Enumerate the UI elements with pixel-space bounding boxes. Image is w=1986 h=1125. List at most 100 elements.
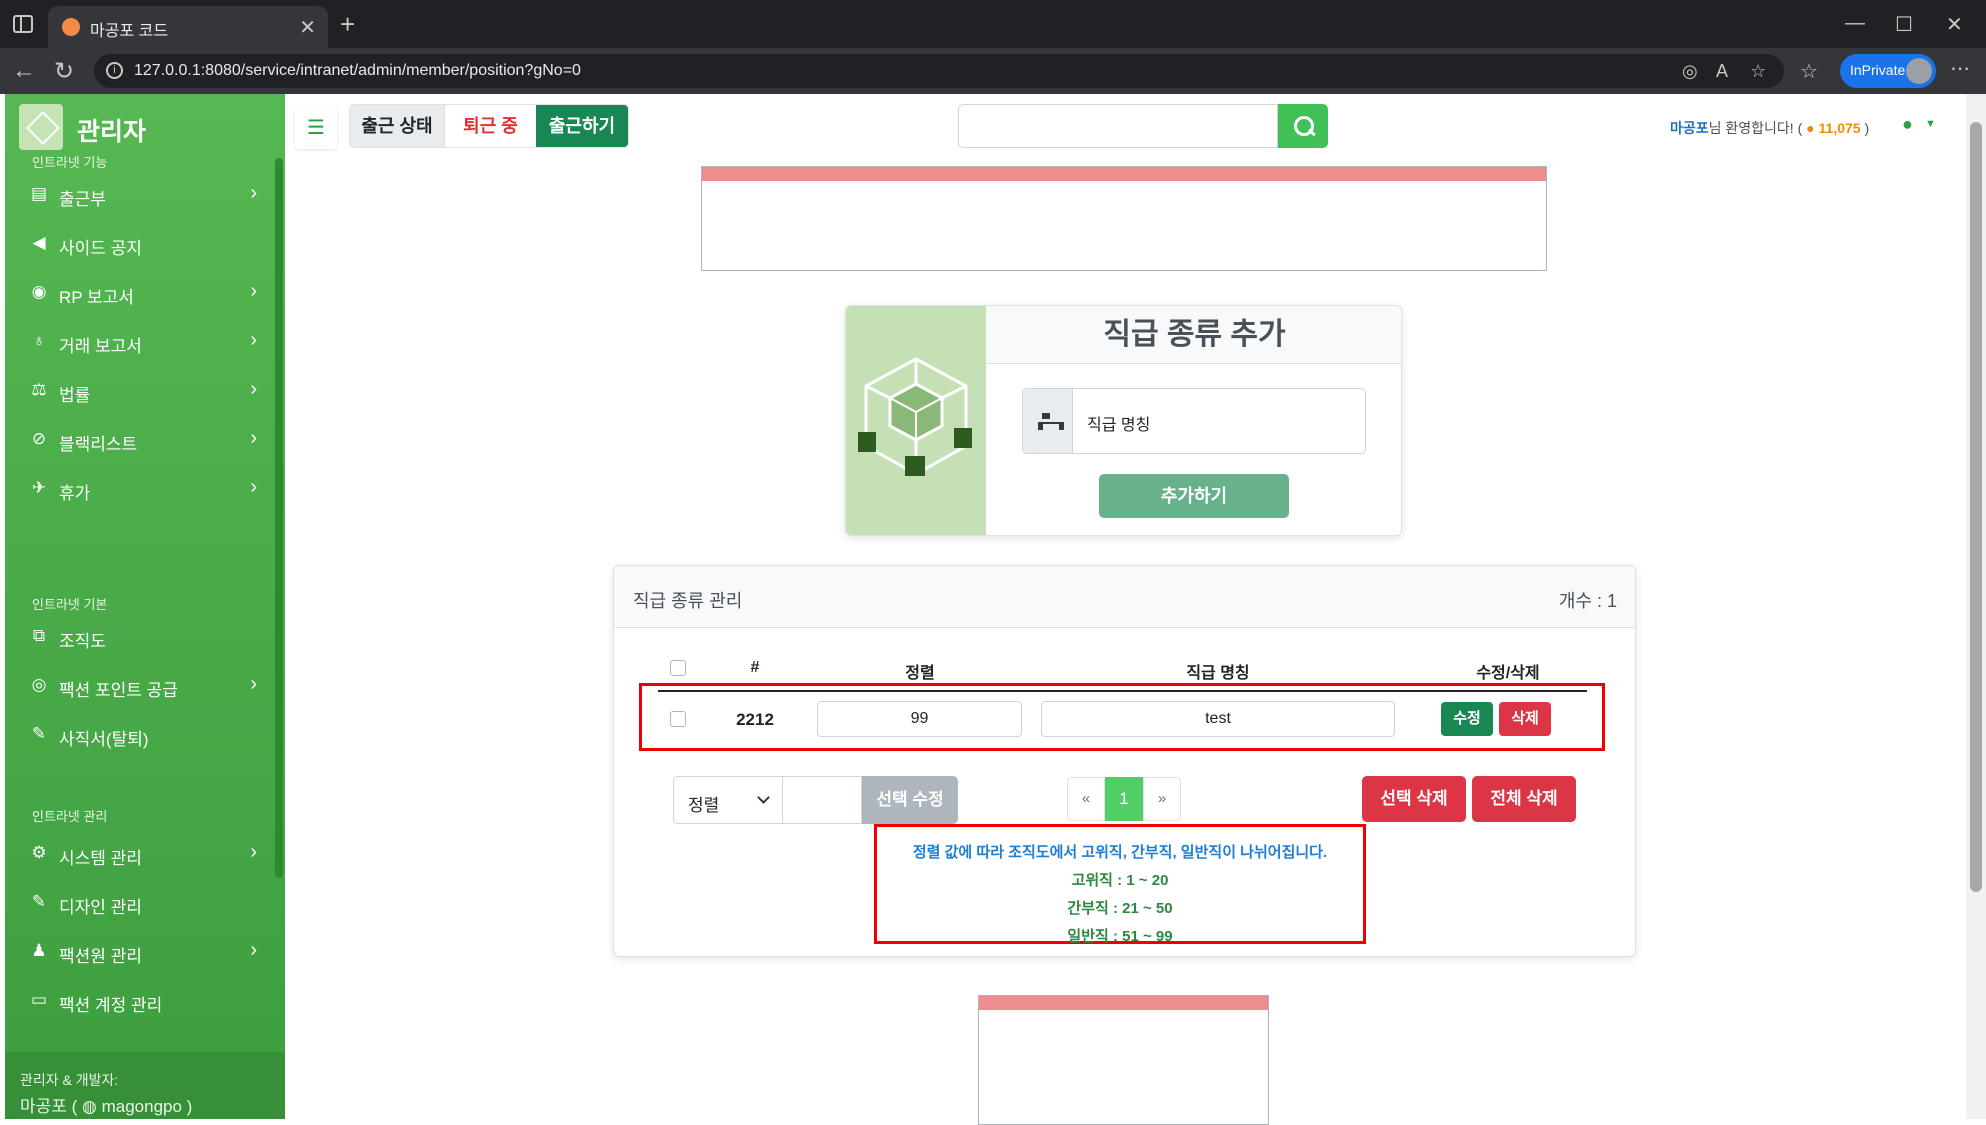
gear-icon: ⚙ bbox=[31, 843, 47, 862]
sidebar-section-heading: 인트라넷 기본 bbox=[32, 597, 108, 612]
banner-strip bbox=[702, 167, 1546, 181]
tab-close-icon[interactable]: ✕ bbox=[299, 15, 316, 40]
position-management-card: 직급 종류 관리 개수 : 1 # 정렬 직급 명칭 수정/삭제 2212 99… bbox=[613, 565, 1636, 957]
ban-icon: ⊘ bbox=[31, 429, 47, 448]
select-all-checkbox[interactable] bbox=[670, 660, 686, 676]
add-position-button[interactable]: 추가하기 bbox=[1099, 474, 1289, 518]
sidebar-item-blacklist[interactable]: ⊘ 블랙리스트 › bbox=[27, 421, 257, 457]
selected-delete-button[interactable]: 선택 삭제 bbox=[1362, 776, 1466, 822]
page-prev[interactable]: « bbox=[1067, 777, 1105, 821]
position-name-field[interactable]: 직급 명칭 bbox=[1022, 388, 1366, 454]
page-next[interactable]: » bbox=[1143, 777, 1181, 821]
management-header: 직급 종류 관리 개수 : 1 bbox=[614, 566, 1635, 628]
sidebar-item-label: 팩션 계정 관리 bbox=[59, 996, 163, 1015]
sidebar-item-label: 팩션 포인트 공급 bbox=[59, 681, 178, 700]
sidebar-item-label: 사직서(탈퇴) bbox=[59, 730, 149, 749]
sidebar-item-system-admin[interactable]: ⚙ 시스템 관리 › bbox=[27, 835, 257, 871]
search-button[interactable] bbox=[1278, 104, 1328, 148]
search-input[interactable] bbox=[958, 104, 1278, 148]
money-bag-icon: ♁ bbox=[32, 331, 46, 350]
sidebar-item-attendance[interactable]: ▤ 출근부 › bbox=[27, 176, 257, 212]
inprivate-badge[interactable]: InPrivate bbox=[1840, 54, 1936, 88]
column-header-num: # bbox=[750, 659, 760, 676]
sidebar-item-label: 휴가 bbox=[59, 484, 91, 503]
sort-select[interactable]: 정렬 bbox=[673, 776, 783, 824]
column-header-name[interactable]: 직급 명칭 bbox=[1148, 659, 1288, 683]
footer-handle[interactable]: magongpo bbox=[102, 1097, 182, 1116]
selected-edit-button[interactable]: 선택 수정 bbox=[862, 776, 958, 824]
site-info-icon[interactable]: i bbox=[106, 62, 123, 79]
rank-range-notice: 정렬 값에 따라 조직도에서 고위직, 간부직, 일반직이 나뉘어집니다. 고위… bbox=[874, 824, 1366, 945]
brush-icon: ✎ bbox=[31, 892, 47, 911]
sidebar-item-member-admin[interactable]: ♟ 팩션원 관리 › bbox=[27, 933, 257, 969]
delete-all-button[interactable]: 전체 삭제 bbox=[1472, 776, 1576, 822]
row-checkbox[interactable] bbox=[670, 711, 686, 727]
browser-tabbar: 마공포 코드 ✕ + — ☐ ✕ bbox=[0, 0, 1986, 48]
sidebar-item-faction-points[interactable]: ◎ 팩션 포인트 공급 › bbox=[27, 667, 257, 703]
sidebar-item-law[interactable]: ⚖ 법률 › bbox=[27, 372, 257, 408]
pagination: « 1 » bbox=[1067, 777, 1181, 821]
minimize-icon[interactable]: — bbox=[1845, 12, 1865, 35]
sidebar-item-label: 조직도 bbox=[59, 632, 106, 651]
browser-tab[interactable]: 마공포 코드 ✕ bbox=[48, 6, 328, 48]
browser-menu-icon[interactable]: ⋯ bbox=[1950, 56, 1970, 81]
chevron-right-icon: › bbox=[250, 427, 257, 449]
caret-down-icon[interactable]: ▼ bbox=[1925, 118, 1936, 130]
sidebar-item-side-notice[interactable]: ◀ 사이드 공지 bbox=[27, 225, 257, 261]
scale-icon: ⚖ bbox=[31, 380, 47, 399]
chevron-right-icon: › bbox=[250, 280, 257, 302]
coin-icon: ● bbox=[1806, 120, 1815, 136]
menu-toggle-icon[interactable]: ☰ bbox=[295, 107, 337, 149]
page-1[interactable]: 1 bbox=[1105, 777, 1143, 821]
sidebar-item-label: 시스템 관리 bbox=[59, 849, 142, 868]
address-field[interactable]: i 127.0.0.1:8080/service/intranet/admin/… bbox=[94, 54, 1784, 88]
sidebar-item-label: 법률 bbox=[59, 386, 91, 405]
new-tab-icon[interactable]: + bbox=[340, 9, 355, 40]
reload-icon[interactable]: ↻ bbox=[54, 57, 74, 86]
row-name-input[interactable]: test bbox=[1041, 701, 1395, 737]
position-name-input[interactable]: 직급 명칭 bbox=[1087, 411, 1150, 435]
sidebar-section-heading: 인트라넷 기능 bbox=[32, 155, 108, 170]
sidebar-item-rp-report[interactable]: ◉ RP 보고서 › bbox=[27, 274, 257, 310]
sidebar-item-resignation[interactable]: ✎ 사직서(탈퇴) bbox=[27, 716, 257, 752]
attendance-status-label: 출근 상태 bbox=[350, 105, 444, 147]
maximize-icon[interactable]: ☐ bbox=[1895, 12, 1913, 37]
page-scrollbar[interactable] bbox=[1966, 94, 1986, 1119]
sidebar-item-org-chart[interactable]: ⧉ 조직도 bbox=[27, 618, 257, 654]
read-aloud-icon[interactable]: A bbox=[1716, 61, 1728, 82]
row-delete-button[interactable]: 삭제 bbox=[1499, 702, 1551, 736]
mgp-logo-panel bbox=[846, 306, 986, 535]
sidebar-item-account-admin[interactable]: ▭ 팩션 계정 관리 bbox=[27, 982, 257, 1018]
item-count: 개수 : 1 bbox=[1558, 591, 1617, 611]
brand-title: 관리자 bbox=[77, 118, 147, 146]
sidebar-item-trade-report[interactable]: ♁ 거래 보고서 › bbox=[27, 323, 257, 359]
bottom-banner-box bbox=[978, 995, 1269, 1125]
sidebar-scrollbar[interactable] bbox=[275, 158, 283, 878]
column-header-sort[interactable]: 정렬 bbox=[874, 659, 966, 683]
row-sort-input[interactable]: 99 bbox=[817, 701, 1022, 737]
management-title: 직급 종류 관리 bbox=[633, 591, 743, 611]
check-in-button[interactable]: 출근하기 bbox=[536, 105, 628, 147]
sidebar-toggle-icon[interactable] bbox=[13, 15, 33, 33]
tracking-icon[interactable]: ◎ bbox=[1682, 61, 1698, 82]
close-window-icon[interactable]: ✕ bbox=[1946, 12, 1963, 37]
notice-middle: 간부직 : 21 ~ 50 bbox=[1067, 900, 1173, 917]
sidebar-item-design-admin[interactable]: ✎ 디자인 관리 bbox=[27, 884, 257, 920]
back-icon[interactable]: ← bbox=[12, 57, 36, 85]
footer-credit-author: 마공포 ( ◍ magongpo ) bbox=[20, 1092, 192, 1117]
sidebar-footer: 관리자 & 개발자: 마공포 ( ◍ magongpo ) bbox=[5, 1052, 285, 1119]
scrollbar-thumb[interactable] bbox=[1970, 122, 1982, 892]
chevron-right-icon: › bbox=[250, 673, 257, 695]
user-icon[interactable]: ● bbox=[1902, 114, 1913, 135]
notice-main: 정렬 값에 따라 조직도에서 고위직, 간부직, 일반직이 나뉘어집니다. bbox=[912, 844, 1328, 861]
favorites-icon[interactable]: ☆ bbox=[1800, 59, 1818, 84]
sidebar-item-vacation[interactable]: ✈ 휴가 › bbox=[27, 470, 257, 506]
favorite-star-icon[interactable]: ☆ bbox=[1750, 61, 1766, 82]
footer-close-paren: ) bbox=[181, 1097, 193, 1116]
feather-icon: ✎ bbox=[31, 724, 47, 743]
attendance-off-badge: 퇴근 중 bbox=[444, 105, 536, 147]
selected-value-input[interactable] bbox=[783, 776, 862, 824]
sidebar-item-label: 팩션원 관리 bbox=[59, 947, 142, 966]
top-navbar: ☰ 출근 상태 퇴근 중 출근하기 마공포님 환영합니다! ( ● 11,075… bbox=[285, 94, 1965, 162]
row-edit-button[interactable]: 수정 bbox=[1441, 702, 1493, 736]
